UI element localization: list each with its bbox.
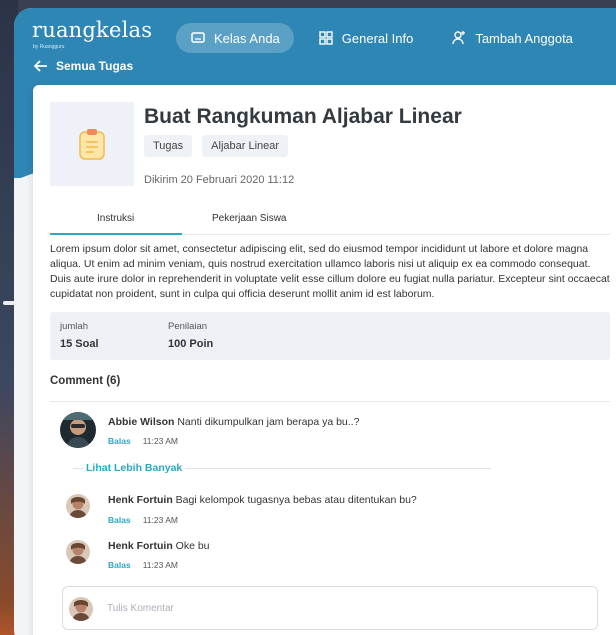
comment-body: Oke bu: [175, 540, 210, 552]
comment-body: Nanti dikumpulkan jam berapa ya bu..?: [177, 416, 360, 428]
avatar[interactable]: [66, 540, 90, 564]
avatar: [69, 597, 93, 621]
comments-section: Abbie Wilson Nanti dikumpulkan jam berap…: [50, 401, 610, 635]
tab-pekerjaan-siswa[interactable]: Pekerjaan Siswa: [212, 213, 286, 224]
stats-panel: jumlah 15 Soal Penilaian 100 Poin: [50, 312, 610, 360]
stat-label-penilaian: Penilaian: [168, 321, 208, 332]
nav-item-label: General Info: [341, 30, 414, 46]
grid-icon: [319, 31, 333, 45]
app-logo-subtitle: by Ruangguru: [33, 44, 65, 50]
comment-text: Henk Fortuin Bagi kelompok tugasnya beba…: [108, 494, 417, 506]
avatar[interactable]: [60, 412, 96, 448]
sent-date: Dikirim 20 Februari 2020 11:12: [144, 174, 295, 186]
back-link-label: Semua Tugas: [56, 59, 134, 73]
top-nav: Kelas Anda General Info Tambah Anggota: [176, 23, 597, 53]
tab-bar: Instruksi Pekerjaan Siswa: [50, 205, 610, 235]
assignment-card: Buat Rangkuman Aljabar Linear Tugas Alja…: [33, 85, 616, 635]
nav-item-label: Kelas Anda: [214, 30, 280, 46]
comment-input[interactable]: [107, 598, 577, 618]
tab-instruksi[interactable]: Instruksi: [97, 213, 134, 224]
app-window: ruangkelas by Ruangguru Kelas Anda Gener…: [14, 8, 616, 635]
back-link[interactable]: Semua Tugas: [34, 59, 133, 73]
stat-value-penilaian: 100 Poin: [168, 338, 214, 350]
nav-item-general-info[interactable]: General Info: [304, 23, 428, 53]
comment-author: Henk Fortuin: [108, 494, 173, 506]
nav-item-kelas-anda[interactable]: Kelas Anda: [176, 23, 294, 53]
app-logo[interactable]: ruangkelas: [32, 18, 152, 42]
comment-time: 11:23 AM: [142, 436, 178, 446]
comment-text: Abbie Wilson Nanti dikumpulkan jam berap…: [108, 416, 359, 428]
reply-button[interactable]: Balas: [108, 515, 131, 525]
monitor-icon: [191, 32, 205, 43]
nav-item-label: Tambah Anggota: [475, 30, 573, 46]
assignment-title: Buat Rangkuman Aljabar Linear: [144, 105, 462, 128]
load-more-link[interactable]: Lihat Lebih Banyak: [83, 462, 186, 474]
comments-header: Comment (6): [50, 375, 121, 387]
avatar[interactable]: [66, 494, 90, 518]
comment-meta: Balas 11:23 AM: [108, 560, 178, 570]
reply-button[interactable]: Balas: [108, 436, 131, 446]
tag-type: Tugas: [144, 135, 193, 157]
active-tab-indicator: [50, 233, 182, 235]
comment-meta: Balas 11:23 AM: [108, 436, 178, 446]
comment-author: Abbie Wilson: [108, 416, 175, 428]
reply-button[interactable]: Balas: [108, 560, 131, 570]
comment-input-box: [62, 586, 598, 630]
comment-meta: Balas 11:23 AM: [108, 515, 178, 525]
load-more: Lihat Lebih Banyak: [73, 462, 491, 474]
assignment-thumbnail: [50, 102, 134, 186]
comment-text: Henk Fortuin Oke bu: [108, 540, 210, 552]
clipboard-icon: [79, 129, 105, 160]
comment-time: 11:23 AM: [142, 515, 178, 525]
comment-body: Bagi kelompok tugasnya bebas atau ditent…: [175, 494, 417, 506]
nav-item-tambah-anggota[interactable]: Tambah Anggota: [437, 23, 587, 53]
comment-time: 11:23 AM: [142, 560, 178, 570]
add-user-icon: [452, 31, 466, 45]
stat-value-jumlah: 15 Soal: [60, 338, 99, 350]
stat-label-jumlah: jumlah: [60, 321, 88, 332]
instruction-text: Lorem ipsum dolor sit amet, consectetur …: [50, 243, 610, 300]
assignment-tags: Tugas Aljabar Linear: [144, 135, 289, 157]
tag-subject: Aljabar Linear: [202, 135, 289, 157]
comment-author: Henk Fortuin: [108, 540, 173, 552]
arrow-left-icon: [34, 60, 47, 72]
